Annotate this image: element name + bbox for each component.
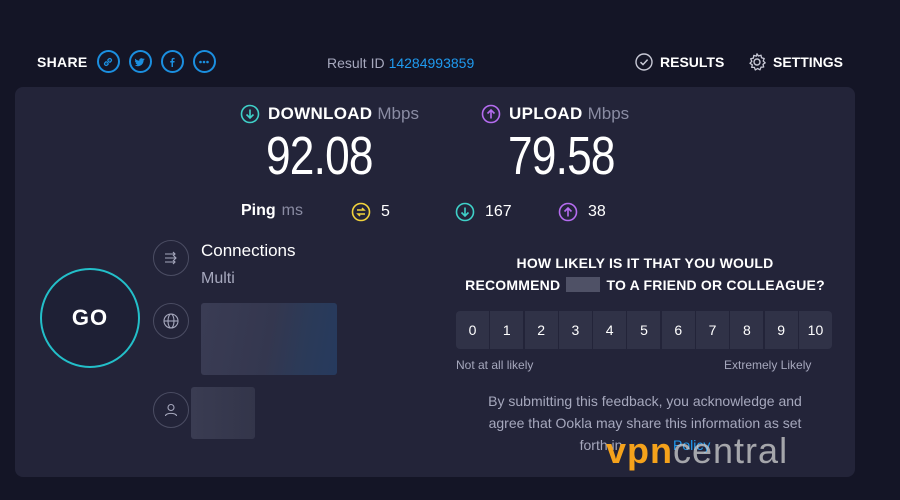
ping-unit: ms [281,202,303,219]
scale-option-7[interactable]: 7 [696,311,730,349]
watermark-central: central [673,430,789,471]
scale-option-8[interactable]: 8 [730,311,764,349]
upload-unit: Mbps [587,104,630,123]
upload-header: UPLOAD Mbps [481,104,629,124]
results-label: RESULTS [660,54,725,70]
download-label: DOWNLOAD [268,104,373,123]
download-speed: 92.08 [266,126,374,186]
result-id-value[interactable]: 14284993859 [389,55,475,71]
download-header: DOWNLOAD Mbps [240,104,419,124]
settings-label: SETTINGS [773,54,844,70]
share-label: SHARE [37,53,88,70]
upload-arrow-icon [481,104,501,124]
scale-option-5[interactable]: 5 [627,311,661,349]
survey-question-line2: RECOMMEND TO A FRIEND OR COLLEAGUE? [455,274,835,296]
share-bar: SHARE [37,50,225,73]
facebook-icon[interactable] [160,50,184,73]
recommend-scale: 0 1 2 3 4 5 6 7 8 9 10 [456,311,832,349]
download-unit: Mbps [377,104,419,123]
ping-upload-value: 38 [588,203,606,220]
more-icon[interactable] [192,50,216,73]
redacted-brand [566,277,601,292]
scale-option-6[interactable]: 6 [661,311,695,349]
ping-download: 167 [455,202,512,222]
vpncentral-watermark: vpncentral [606,430,788,472]
disclaimer-line1: By submitting this feedback, you acknowl… [488,393,802,409]
download-latency-icon [455,202,475,222]
gear-icon [749,53,766,71]
survey-question: HOW LIKELY IS IT THAT YOU WOULD RECOMMEN… [455,252,835,296]
globe-icon [153,303,189,339]
redacted-provider-info [191,387,255,439]
go-button[interactable]: GO [40,268,140,368]
upload-speed: 79.58 [508,126,616,186]
survey-question-tail: TO A FRIEND OR COLLEAGUE? [606,277,825,293]
idle-latency-icon [351,202,371,222]
survey-question-recommend: RECOMMEND [465,277,561,293]
connections-icon [153,240,189,276]
twitter-icon[interactable] [128,50,152,73]
ping-upload: 38 [558,202,606,222]
upload-label: UPLOAD [509,104,583,123]
results-card: DOWNLOAD Mbps 92.08 UPLOAD Mbps 79.58 Pi… [15,87,855,477]
scale-option-3[interactable]: 3 [558,311,592,349]
scale-option-10[interactable]: 10 [798,311,832,349]
scale-option-2[interactable]: 2 [524,311,558,349]
settings-button[interactable]: SETTINGS [747,52,843,72]
top-bar: SHARE Result ID 14284993859 RESULTS SETTI… [0,0,900,86]
connections-mode[interactable]: Multi [201,270,235,288]
check-circle-icon [635,53,653,71]
scale-high-label: Extremely Likely [724,358,812,372]
ping-download-value: 167 [485,203,512,220]
ping-label-group: Ping ms [241,202,303,220]
scale-option-9[interactable]: 9 [764,311,798,349]
connections-title: Connections [201,241,296,260]
results-button[interactable]: RESULTS [634,52,724,72]
link-icon[interactable] [96,50,120,73]
scale-option-1[interactable]: 1 [490,311,524,349]
survey-question-line1: HOW LIKELY IS IT THAT YOU WOULD [516,255,774,271]
download-arrow-icon [240,104,260,124]
scale-low-label: Not at all likely [456,358,534,372]
result-id-label: Result ID [327,55,385,71]
user-icon [153,392,189,428]
scale-option-0[interactable]: 0 [456,311,489,349]
ping-label: Ping [241,202,276,219]
ping-idle: 5 [351,202,390,222]
result-id: Result ID 14284993859 [327,55,474,71]
scale-option-4[interactable]: 4 [593,311,627,349]
upload-latency-icon [558,202,578,222]
redacted-server-info [201,303,337,375]
watermark-vpn: vpn [606,430,674,471]
ping-idle-value: 5 [381,203,390,220]
